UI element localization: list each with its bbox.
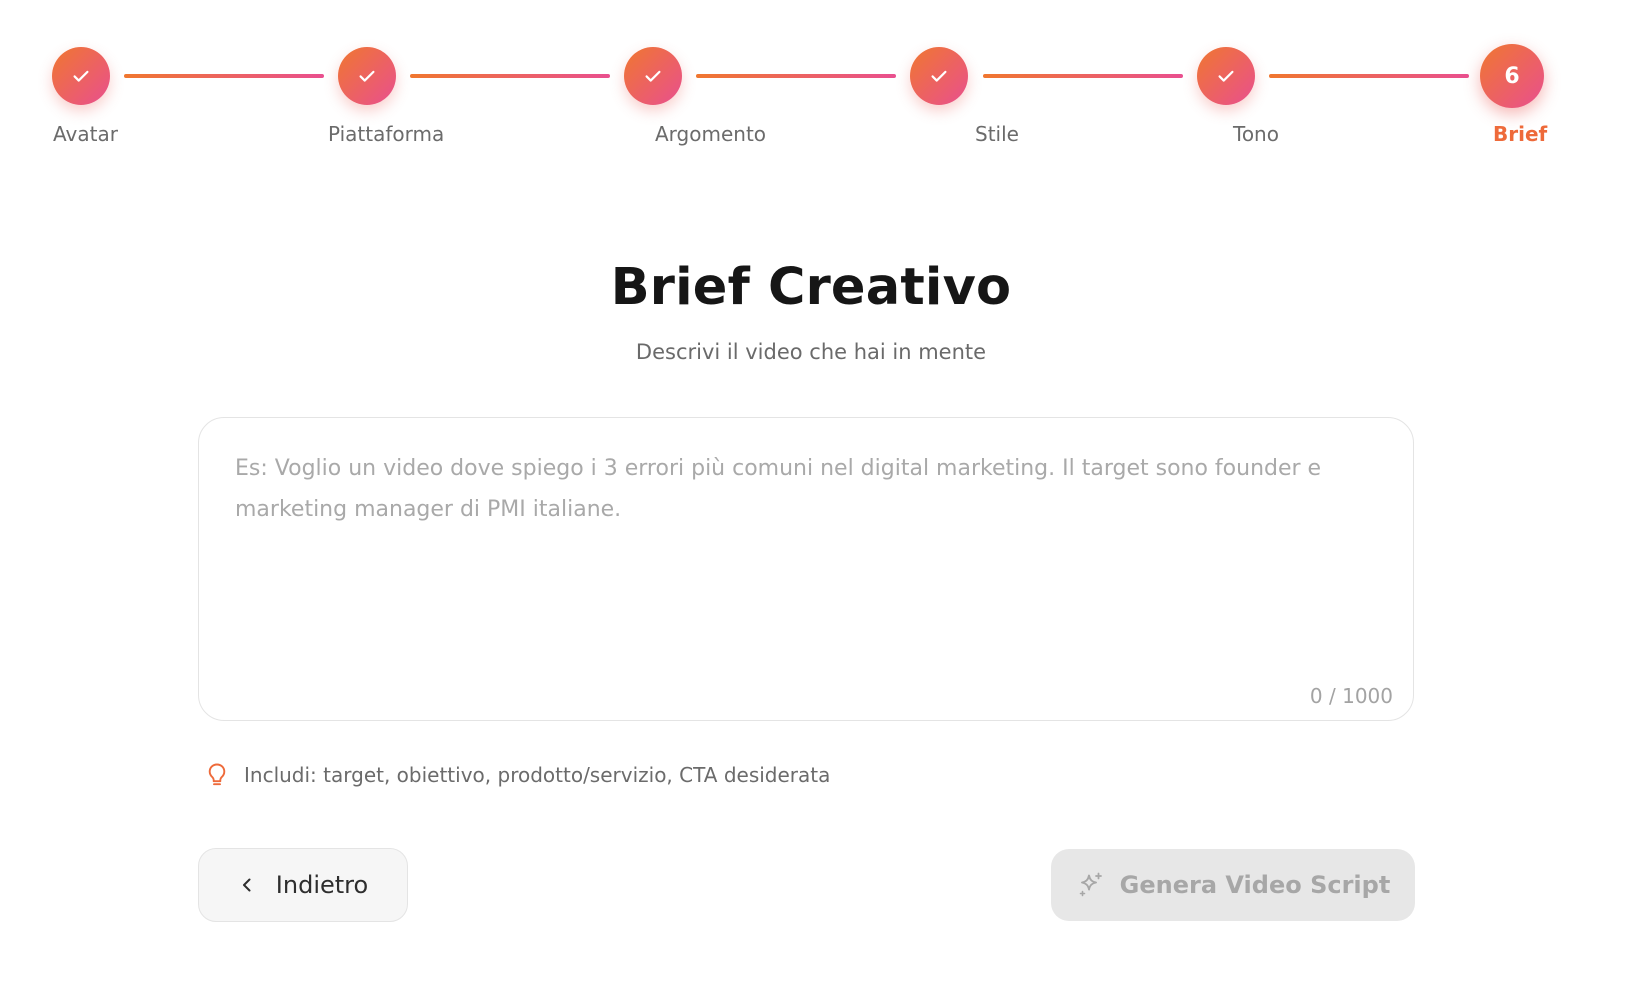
check-icon [73,70,89,82]
check-icon [1218,70,1234,82]
step-1-label: Avatar [53,122,118,146]
step-4-label: Stile [975,122,1019,146]
step-3-label: Argomento [655,122,767,146]
page-subtitle: Descrivi il video che hai in mente [635,340,987,364]
sparkles-icon [1079,872,1102,897]
brief-textarea[interactable] [235,448,1375,668]
step-2-label: Piattaforma [328,122,445,146]
step-connector-5 [1269,74,1469,78]
check-icon [645,70,661,82]
page-title: Brief Creativo [610,258,1012,317]
step-6-number: 6 [1504,63,1520,89]
step-connector-1 [124,74,324,78]
back-button-label: Indietro [275,871,369,899]
step-2-circle[interactable] [338,47,396,105]
generate-button-label: Genera Video Script [1119,871,1391,899]
step-connector-4 [983,74,1183,78]
character-counter: 0 / 1000 [1309,684,1393,708]
step-connector-3 [696,74,896,78]
hint-text: Includi: target, obiettivo, prodotto/ser… [244,763,831,787]
step-3-circle[interactable] [624,47,682,105]
chevron-left-icon [242,878,251,892]
step-6-label: Brief [1493,122,1548,146]
check-icon [359,70,375,82]
step-5-label: Tono [1233,122,1279,146]
brief-field: 0 / 1000 [198,417,1414,721]
step-5-circle[interactable] [1197,47,1255,105]
lightbulb-icon [208,763,226,786]
back-button[interactable]: Indietro [198,848,408,922]
progress-stepper: Avatar Piattaforma Argomento Stile Tono … [0,0,1652,160]
step-4-circle[interactable] [910,47,968,105]
brief-hint: Includi: target, obiettivo, prodotto/ser… [206,762,830,788]
check-icon [931,70,947,82]
generate-video-script-button[interactable]: Genera Video Script [1051,849,1415,921]
step-connector-2 [410,74,610,78]
step-6-circle[interactable]: 6 [1480,44,1544,108]
step-1-circle[interactable] [52,47,110,105]
